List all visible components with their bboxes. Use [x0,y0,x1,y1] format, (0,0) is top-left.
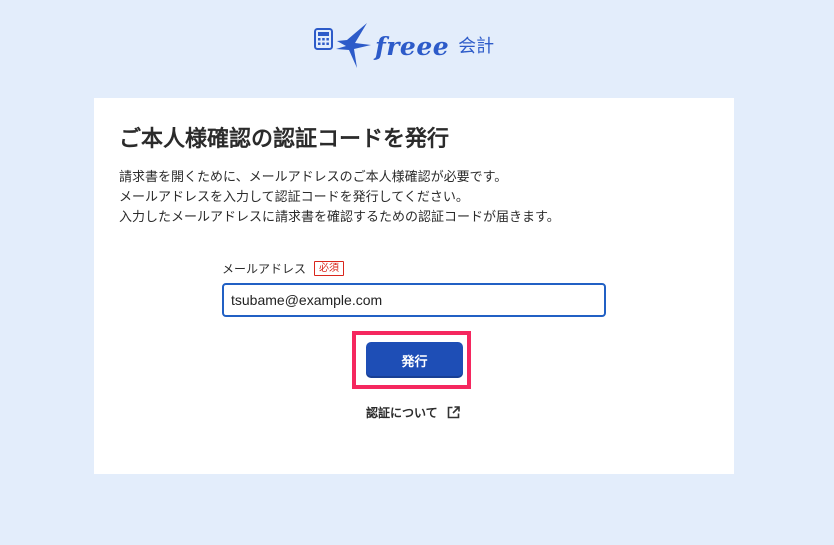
description-line: 請求書を開くために、メールアドレスのご本人様確認が必要です。 [119,170,508,185]
external-link-icon [447,406,460,419]
page-description: 請求書を開くために、メールアドレスのご本人様確認が必要です。 メールアドレスを入… [119,168,560,228]
logo-product-name: 会計 [458,36,495,57]
calculator-swallow-logo-icon [313,20,373,72]
logo-wordmark: freee [375,31,450,61]
required-badge: 必須 [314,260,345,276]
description-line: メールアドレスを入力して認証コードを発行してください。 [119,190,469,205]
verification-card: ご本人様確認の認証コードを発行 請求書を開くために、メールアドレスのご本人様確認… [94,98,734,474]
page-title: ご本人様確認の認証コードを発行 [119,127,450,152]
freee-logo: freee 会計 [313,20,494,72]
issue-code-button[interactable]: 発行 [366,342,463,378]
description-line: 入力したメールアドレスに請求書を確認するための認証コードが届きます。 [119,210,560,225]
about-verification-link[interactable]: 認証について [366,404,460,421]
email-label-row: メールアドレス 必須 [222,260,345,276]
about-verification-label: 認証について [366,406,438,420]
email-field[interactable] [222,283,606,317]
email-field-label: メールアドレス [222,261,307,276]
